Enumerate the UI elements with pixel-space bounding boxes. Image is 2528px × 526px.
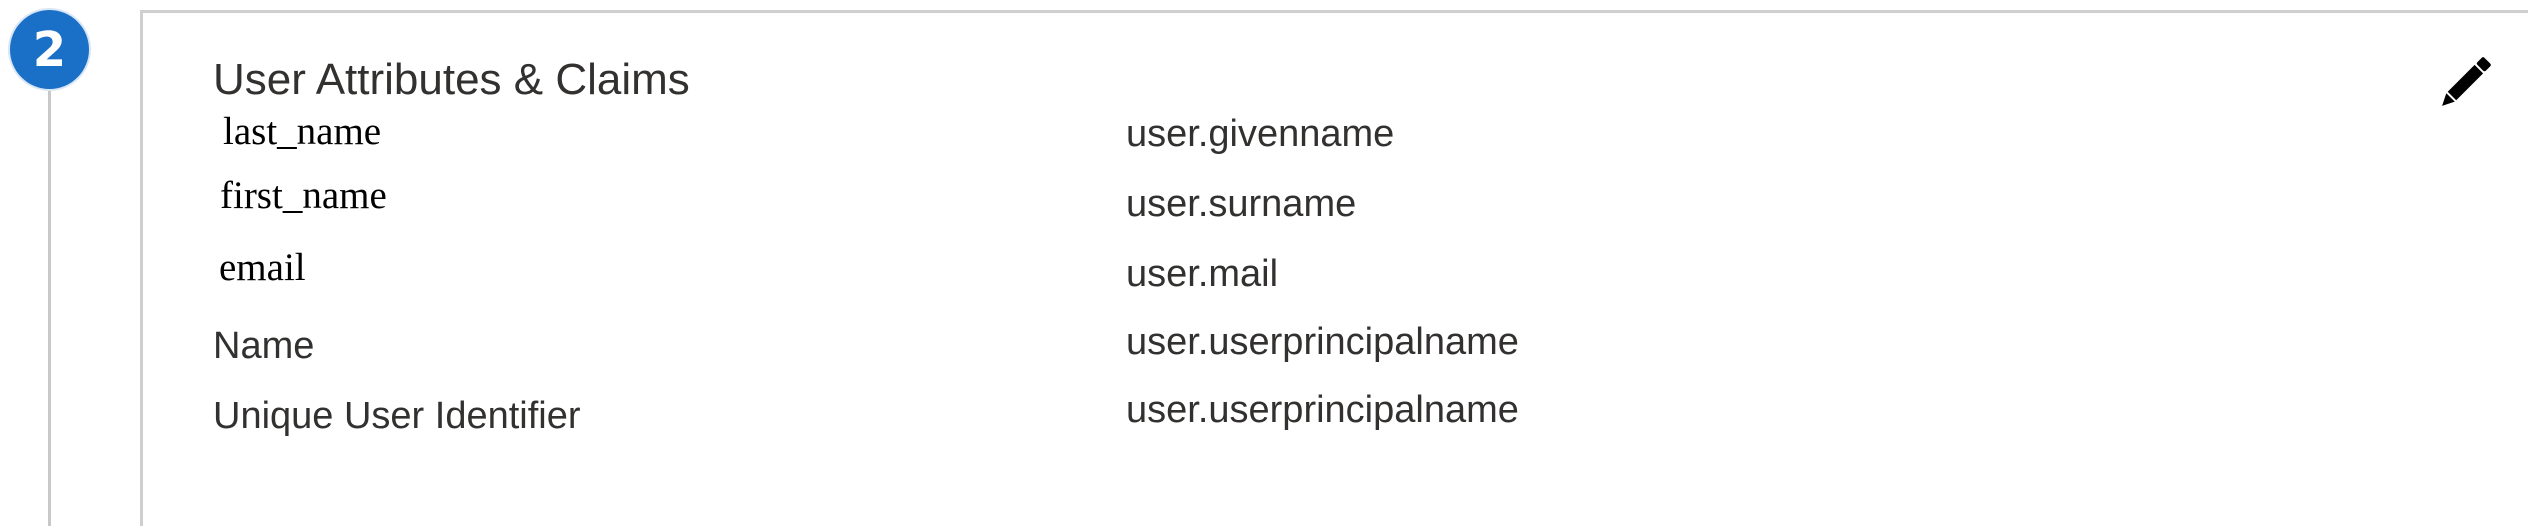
claim-name-last-name: last_name	[223, 110, 382, 153]
claim-value-email: user.mail	[1126, 253, 1279, 295]
user-attributes-claims-card: User Attributes & Claims last_name user.…	[140, 10, 2528, 526]
step-number-badge: 2	[10, 10, 89, 89]
claim-value-first-name: user.surname	[1126, 183, 1357, 225]
claim-name-first-name: first_name	[220, 174, 387, 217]
claim-name-name: Name	[213, 325, 315, 367]
pencil-icon[interactable]	[2429, 49, 2499, 119]
claim-value-last-name: user.givenname	[1126, 113, 1395, 155]
claim-value-name: user.userprincipalname	[1126, 321, 1519, 363]
claim-value-unique-user-identifier: user.userprincipalname	[1126, 389, 1519, 431]
page: 2 User Attributes & Claims last_name use…	[0, 0, 2528, 526]
step-connector-line	[48, 90, 51, 526]
claim-name-email: email	[219, 246, 306, 289]
section-title: User Attributes & Claims	[213, 55, 690, 104]
claim-name-unique-user-identifier: Unique User Identifier	[213, 395, 581, 437]
